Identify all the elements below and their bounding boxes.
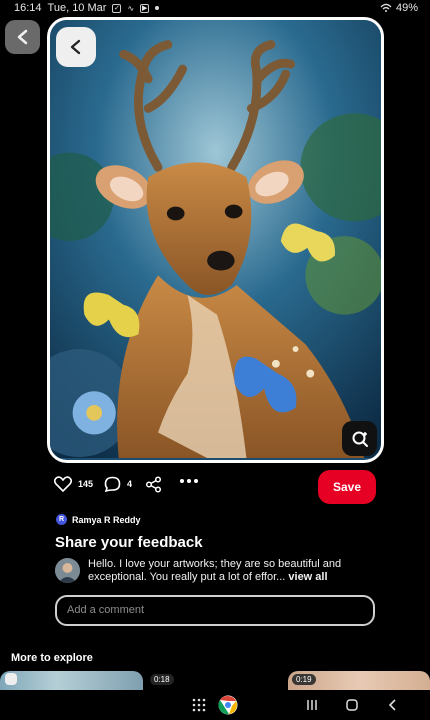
author-avatar: R xyxy=(56,514,67,525)
share-icon xyxy=(145,476,162,493)
recent-apps-button[interactable] xyxy=(304,695,320,715)
check-box-icon: ✓ xyxy=(112,3,122,13)
system-back-button[interactable] xyxy=(385,695,401,715)
explore-thumbnail[interactable]: 0:19 xyxy=(288,671,430,691)
lens-search-icon xyxy=(352,431,368,447)
explore-thumbnail[interactable]: 0:18 xyxy=(150,671,285,691)
add-comment-input[interactable]: Add a comment xyxy=(55,595,375,626)
home-button[interactable] xyxy=(344,695,360,715)
comment-icon xyxy=(104,476,121,492)
system-nav-bar xyxy=(0,690,430,720)
pin-back-button[interactable] xyxy=(56,27,96,67)
chevron-left-icon xyxy=(17,29,27,45)
heart-icon xyxy=(54,476,72,492)
comment-button[interactable]: 4 xyxy=(104,476,132,492)
back-button[interactable] xyxy=(5,20,40,54)
home-square-icon xyxy=(346,699,358,711)
video-duration: 0:18 xyxy=(150,674,174,685)
view-all-link[interactable]: view all xyxy=(288,571,327,583)
status-bar: 16:14 Tue, 10 Mar ✓ ∿ ▶ 49% xyxy=(0,0,430,18)
youtube-icon: ▶ xyxy=(140,3,150,13)
more-dots-icon xyxy=(180,479,198,483)
chevron-left-icon xyxy=(70,39,81,55)
chrome-icon xyxy=(218,695,238,715)
save-button[interactable]: Save xyxy=(318,470,376,504)
chevron-left-icon xyxy=(388,699,396,711)
comment-text: Hello. I love your artworks; they are so… xyxy=(88,558,375,584)
author-name: Ramya R Reddy xyxy=(72,514,141,525)
notification-dot-icon xyxy=(155,6,160,10)
wifi-icon xyxy=(380,3,392,12)
like-count: 145 xyxy=(78,479,94,489)
feedback-title: Share your feedback xyxy=(55,534,203,551)
signal-icon: ∿ xyxy=(127,3,135,13)
chrome-app-button[interactable] xyxy=(217,695,239,715)
deer-painting-image xyxy=(50,20,381,459)
battery-level: 49% xyxy=(395,2,418,14)
comment-count: 4 xyxy=(127,479,133,489)
more-options-button[interactable] xyxy=(179,478,199,484)
share-button[interactable] xyxy=(145,476,162,493)
commenter-avatar xyxy=(55,558,80,583)
chevron-left-icon xyxy=(5,673,17,685)
visual-search-button[interactable] xyxy=(342,421,377,456)
video-duration: 0:19 xyxy=(292,674,316,685)
pin-image-card[interactable] xyxy=(47,17,384,463)
pin-author[interactable]: R Ramya R Reddy xyxy=(56,514,141,525)
like-button[interactable]: 145 xyxy=(54,476,93,492)
grid-dots-icon xyxy=(192,698,206,712)
status-date: Tue, 10 Mar xyxy=(47,2,107,14)
status-time: 16:14 xyxy=(14,2,42,14)
app-drawer-button[interactable] xyxy=(190,695,208,715)
explore-thumbnail[interactable] xyxy=(0,671,143,691)
recents-icon xyxy=(307,700,317,710)
pin-actions: 145 4 Save xyxy=(54,470,376,504)
comment-preview[interactable]: Hello. I love your artworks; they are so… xyxy=(55,558,375,584)
more-to-explore-title: More to explore xyxy=(11,652,93,664)
